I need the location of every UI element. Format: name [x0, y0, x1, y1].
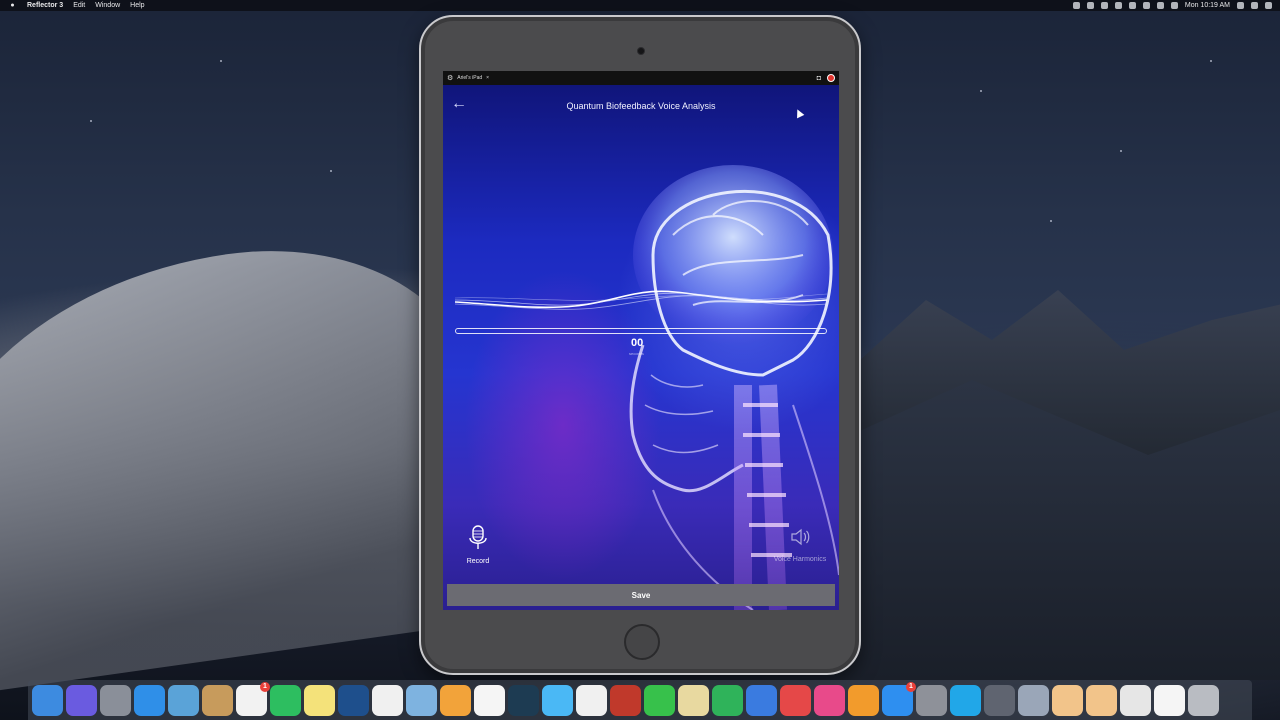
skype-icon[interactable]	[950, 684, 981, 716]
facetime-icon[interactable]	[644, 684, 675, 716]
notification-badge: 1	[906, 681, 916, 692]
save-button[interactable]: Save	[447, 584, 835, 606]
notes-icon[interactable]	[304, 684, 335, 716]
skype-status-icon[interactable]	[1072, 2, 1080, 9]
flower-app-icon[interactable]	[1052, 684, 1083, 716]
status-area: Mon 10:19 AM	[1072, 0, 1272, 11]
menu-bar: ● Reflector 3 Edit Window Help Mon 10:19…	[0, 0, 1280, 11]
timemachine-status-icon[interactable]	[1114, 2, 1122, 9]
menu-clock[interactable]: Mon 10:19 AM	[1185, 0, 1230, 11]
front-camera	[637, 47, 645, 55]
menu-edit[interactable]: Edit	[73, 0, 85, 11]
timer-value: 00	[631, 337, 644, 349]
keynote-icon[interactable]	[746, 684, 777, 716]
timer-unit: seconds	[629, 351, 644, 356]
system-preferences-icon[interactable]	[916, 684, 947, 716]
microphone-icon	[469, 525, 487, 549]
menu-app-name[interactable]: Reflector 3	[27, 0, 63, 11]
messages-icon[interactable]	[542, 684, 573, 716]
star	[1210, 60, 1212, 62]
voice-harmonics-label: Voice Harmonics	[773, 556, 827, 563]
voice-waveform	[455, 290, 827, 310]
wifi-icon[interactable]	[1128, 2, 1136, 9]
news-icon[interactable]	[780, 684, 811, 716]
dropbox-status-icon[interactable]	[1100, 2, 1108, 9]
home-button[interactable]	[624, 624, 660, 660]
star	[1050, 220, 1052, 222]
chrome-icon[interactable]	[576, 684, 607, 716]
numbers-icon[interactable]	[712, 684, 743, 716]
menu-window[interactable]: Window	[95, 0, 120, 11]
photos-viewer-icon[interactable]	[406, 684, 437, 716]
siri-icon[interactable]	[66, 684, 97, 716]
menu-help[interactable]: Help	[130, 0, 144, 11]
airplay-icon[interactable]	[1142, 2, 1150, 9]
document-icon[interactable]	[1154, 684, 1185, 716]
textedit-icon[interactable]	[372, 684, 403, 716]
evernote-status-icon[interactable]	[1086, 2, 1094, 9]
window-manager-icon[interactable]	[1120, 684, 1151, 716]
battery-icon[interactable]	[1170, 2, 1178, 9]
finder-icon[interactable]	[32, 684, 63, 716]
star	[90, 120, 92, 122]
camera-icon[interactable]: ◘	[817, 75, 821, 82]
ipad-screen: ⚙ Ariel's iPad × ◘ ← Quantum Biofeedback…	[443, 71, 839, 610]
star	[1120, 150, 1122, 152]
app-view: ← Quantum Biofeedback Voice Analysis 00 …	[443, 85, 839, 610]
photo-booth-icon[interactable]	[610, 684, 641, 716]
record-dot-icon[interactable]	[827, 74, 835, 82]
flower-app-2-icon[interactable]	[1086, 684, 1117, 716]
itunes-icon[interactable]	[814, 684, 845, 716]
photos-icon[interactable]	[474, 684, 505, 716]
record-label: Record	[466, 558, 490, 565]
evernote-icon[interactable]	[270, 684, 301, 716]
keynote-prep-icon[interactable]	[678, 684, 709, 716]
notification-badge: 1	[260, 681, 270, 692]
star	[220, 60, 222, 62]
gear-icon[interactable]: ⚙	[447, 74, 453, 82]
preview-icon[interactable]	[168, 684, 199, 716]
star	[980, 90, 982, 92]
progress-track	[455, 328, 827, 334]
reflector-title-bar: ⚙ Ariel's iPad × ◘	[443, 71, 839, 85]
voice-harmonics-button[interactable]: Voice Harmonics	[767, 525, 833, 563]
spotlight-icon[interactable]	[1237, 2, 1244, 9]
volume-icon[interactable]	[1156, 2, 1164, 9]
image-capture-icon[interactable]	[1018, 684, 1049, 716]
kindle-icon[interactable]	[508, 684, 539, 716]
device-name: Ariel's iPad	[457, 75, 483, 81]
books-icon[interactable]	[848, 684, 879, 716]
safari-icon[interactable]	[134, 684, 165, 716]
calendar-icon[interactable]: 1	[236, 681, 270, 716]
screenshot-icon[interactable]	[984, 684, 1015, 716]
apple-menu-icon[interactable]: ●	[8, 0, 17, 11]
speaker-wave-icon	[791, 528, 810, 546]
star	[330, 170, 332, 172]
notefile-icon[interactable]	[202, 684, 233, 716]
siri-menu-icon[interactable]	[1251, 2, 1258, 9]
notification-center-icon[interactable]	[1265, 2, 1272, 9]
trash-icon[interactable]	[1188, 684, 1219, 716]
quicktime-icon[interactable]	[338, 684, 369, 716]
page-title: Quantum Biofeedback Voice Analysis	[566, 101, 716, 111]
launchpad-icon[interactable]	[100, 684, 131, 716]
app-store-icon[interactable]: 1	[882, 681, 916, 716]
record-button[interactable]: Record	[461, 525, 495, 565]
ipad-frame: ⚙ Ariel's iPad × ◘ ← Quantum Biofeedback…	[419, 15, 861, 675]
close-icon[interactable]: ×	[486, 75, 489, 81]
dock: 11	[28, 680, 1252, 720]
pages-icon[interactable]	[440, 684, 471, 716]
